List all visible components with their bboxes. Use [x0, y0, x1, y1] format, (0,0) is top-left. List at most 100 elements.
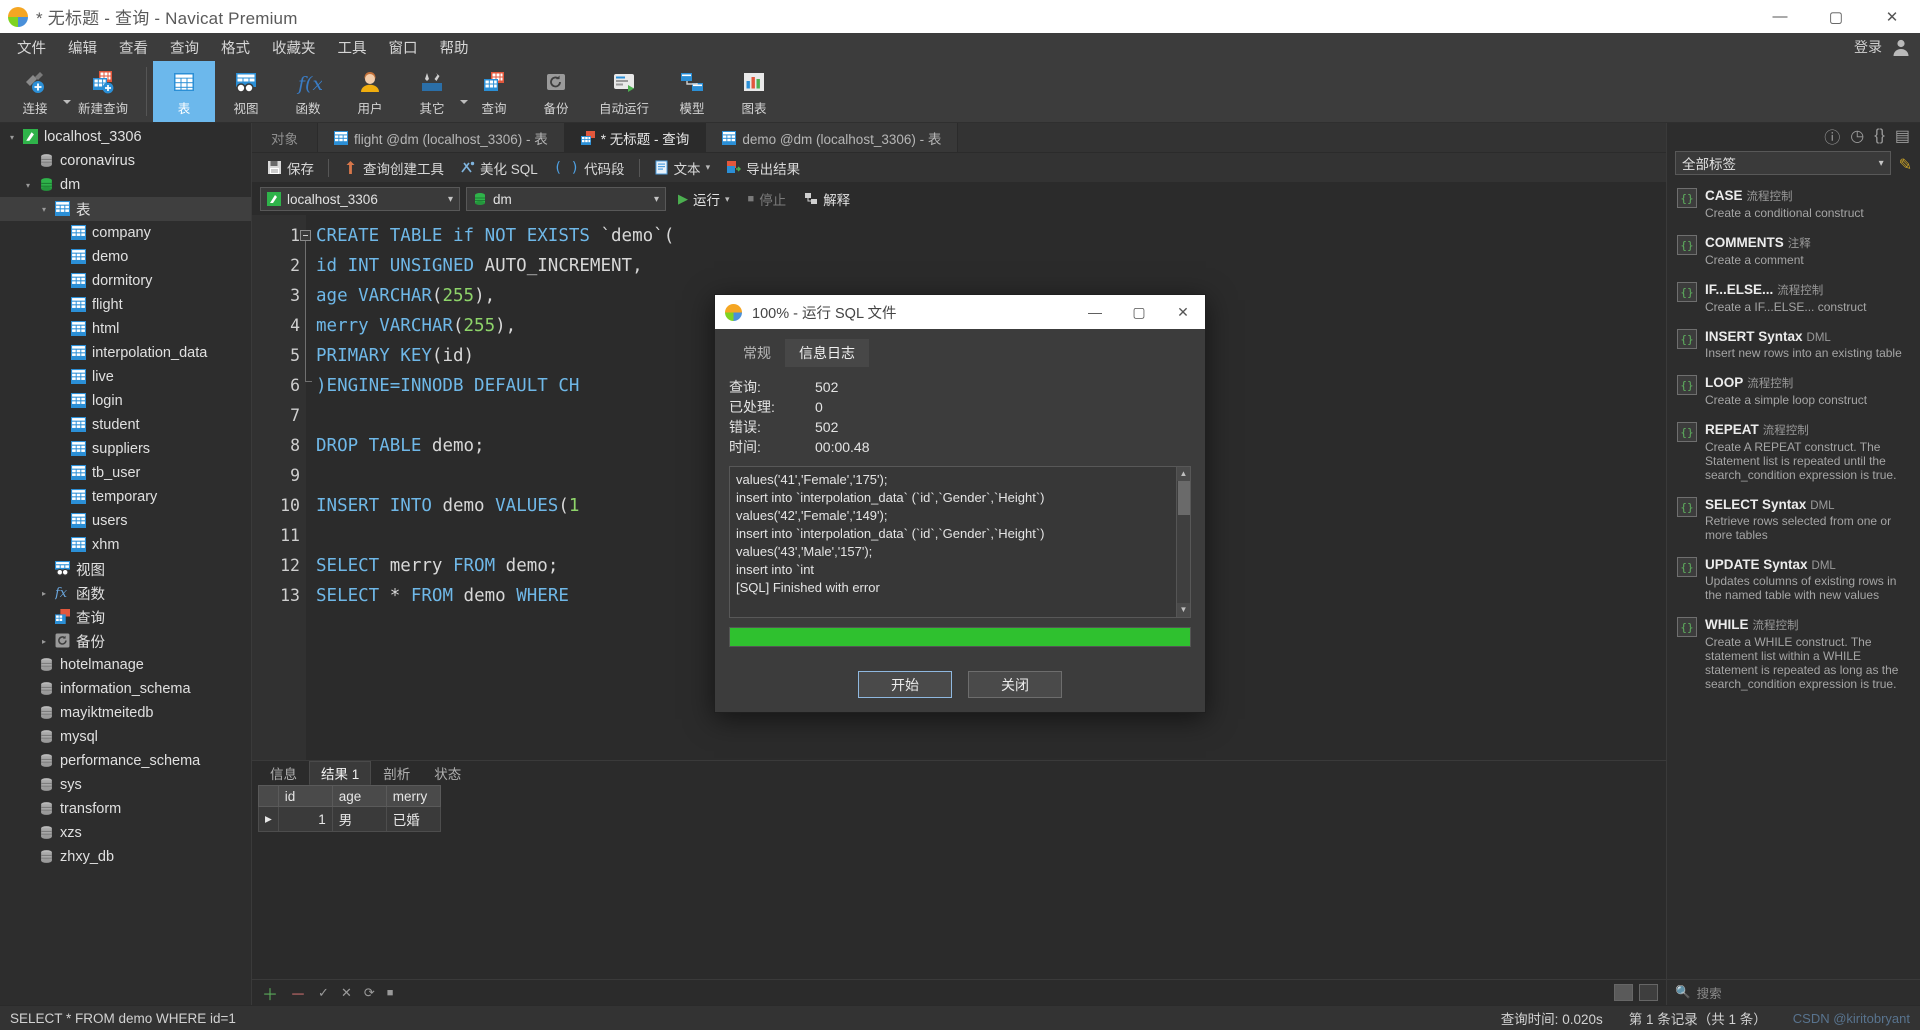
sidebar-item-sys[interactable]: sys: [0, 773, 251, 797]
avatar-icon[interactable]: [1890, 36, 1912, 58]
dialog-tab-general[interactable]: 常规: [729, 339, 785, 367]
sidebar-item-flight[interactable]: flight: [0, 293, 251, 317]
code-snippet-button[interactable]: ( ) 代码段: [547, 155, 632, 181]
run-sql-file-dialog[interactable]: 100% - 运行 SQL 文件 — ▢ ✕ 常规 信息日志 查询: 502 已…: [714, 294, 1206, 713]
document-tab-untitled-query[interactable]: * 无标题 - 查询: [564, 123, 707, 152]
result-tab-1[interactable]: 结果 1: [309, 761, 372, 785]
snippet-item[interactable]: {} SELECT Syntax DML Retrieve rows selected…: [1669, 490, 1918, 550]
ribbon-model[interactable]: 模型: [661, 61, 723, 122]
sidebar-item-dm[interactable]: ▾ dm: [0, 173, 251, 197]
scrollbar-thumb[interactable]: [1178, 481, 1190, 515]
dialog-log-box[interactable]: values('41','Female','175'); insert into …: [729, 466, 1191, 618]
apply-icon[interactable]: ✓: [318, 985, 329, 1001]
snippet-item[interactable]: {} LOOP 流程控制 Create a simple loop construct: [1669, 368, 1918, 415]
ribbon-function[interactable]: f(x) 函数: [277, 61, 339, 122]
twisty-collapsed-icon[interactable]: ▸: [38, 637, 50, 646]
ribbon-new-query[interactable]: 新建查询: [66, 61, 140, 122]
navigation-sidebar[interactable]: ▾ localhost_3306 coronavirus ▾ dm ▾ 表 company de…: [0, 123, 252, 1005]
sidebar-item-student[interactable]: student: [0, 413, 251, 437]
result-table[interactable]: id age merry ▸ 1 男 已婚: [258, 785, 441, 832]
sidebar-item-company[interactable]: company: [0, 221, 251, 245]
cell-merry[interactable]: 已婚: [385, 806, 441, 832]
sidebar-item-temporary[interactable]: temporary: [0, 485, 251, 509]
panel-icon[interactable]: ▤: [1895, 126, 1910, 146]
snippet-item[interactable]: {} REPEAT 流程控制 Create A REPEAT construct. T…: [1669, 415, 1918, 490]
snippet-item[interactable]: {} WHILE 流程控制 Create a WHILE construct. The…: [1669, 610, 1918, 699]
dialog-tab-message-log[interactable]: 信息日志: [785, 339, 869, 367]
snippet-filter-select[interactable]: 全部标签 ▾: [1675, 151, 1891, 175]
ribbon-backup[interactable]: 备份: [525, 61, 587, 122]
minimize-button[interactable]: —: [1752, 0, 1808, 33]
beautify-sql-button[interactable]: 美化 SQL: [453, 155, 545, 181]
sidebar-item-information_schema[interactable]: information_schema: [0, 677, 251, 701]
column-header-id[interactable]: id: [277, 785, 333, 807]
sidebar-item--[interactable]: 查询: [0, 605, 251, 629]
snippet-item[interactable]: {} IF...ELSE... 流程控制 Create a IF...ELSE... …: [1669, 275, 1918, 322]
ribbon-query[interactable]: 查询: [463, 61, 525, 122]
chevron-down-icon[interactable]: ▾: [448, 194, 453, 205]
sidebar-item-demo[interactable]: demo: [0, 245, 251, 269]
dialog-close-button[interactable]: ✕: [1161, 295, 1205, 329]
form-view-icon[interactable]: [1639, 984, 1658, 1001]
column-header-merry[interactable]: merry: [385, 785, 441, 807]
ribbon-table[interactable]: 表: [153, 61, 215, 122]
close-button[interactable]: ✕: [1864, 0, 1920, 33]
sidebar-item-mysql[interactable]: mysql: [0, 725, 251, 749]
menu-item-format[interactable]: 格式: [210, 34, 261, 61]
snippet-search[interactable]: 🔍 搜索: [1667, 979, 1920, 1005]
sidebar-item-login[interactable]: login: [0, 389, 251, 413]
cell-age[interactable]: 男: [331, 806, 387, 832]
close-dialog-button[interactable]: 关闭: [968, 671, 1062, 698]
result-grid[interactable]: id age merry ▸ 1 男 已婚: [252, 785, 1666, 979]
menu-item-edit[interactable]: 编辑: [57, 34, 108, 61]
chevron-down-icon[interactable]: ▾: [725, 194, 730, 205]
twisty-expanded-icon[interactable]: ▾: [22, 181, 34, 190]
sidebar-item--[interactable]: 视图: [0, 557, 251, 581]
cancel-icon[interactable]: ✕: [341, 985, 352, 1001]
menu-item-view[interactable]: 查看: [108, 34, 159, 61]
menu-item-file[interactable]: 文件: [6, 34, 57, 61]
sidebar-item-mayiktmeitedb[interactable]: mayiktmeitedb: [0, 701, 251, 725]
menu-item-query[interactable]: 查询: [159, 34, 210, 61]
stop-icon[interactable]: ■: [387, 987, 394, 999]
menu-item-favorites[interactable]: 收藏夹: [261, 34, 327, 61]
ribbon-connection[interactable]: 连接: [4, 61, 71, 122]
object-tab[interactable]: 对象: [252, 123, 318, 152]
start-button[interactable]: 开始: [858, 671, 952, 698]
menu-item-window[interactable]: 窗口: [378, 34, 429, 61]
sidebar-item-zhxy_db[interactable]: zhxy_db: [0, 845, 251, 869]
sidebar-item-xzs[interactable]: xzs: [0, 821, 251, 845]
info-icon[interactable]: ⓘ: [1824, 124, 1840, 148]
scroll-down-icon[interactable]: ▼: [1177, 603, 1190, 617]
sidebar-item-coronavirus[interactable]: coronavirus: [0, 149, 251, 173]
twisty-collapsed-icon[interactable]: ▸: [38, 589, 50, 598]
result-tab-2[interactable]: 剖析: [371, 761, 422, 785]
cell-id[interactable]: 1: [277, 806, 333, 832]
sidebar-item-localhost_3306[interactable]: ▾ localhost_3306: [0, 125, 251, 149]
sidebar-item-suppliers[interactable]: suppliers: [0, 437, 251, 461]
result-tab-3[interactable]: 状态: [422, 761, 473, 785]
code-icon[interactable]: {}: [1874, 127, 1885, 145]
sidebar-item-live[interactable]: live: [0, 365, 251, 389]
refresh-icon[interactable]: ⟳: [364, 985, 375, 1001]
add-row-icon[interactable]: ＋: [262, 981, 278, 1005]
sidebar-item--[interactable]: ▸ fx 函数: [0, 581, 251, 605]
sidebar-item-xhm[interactable]: xhm: [0, 533, 251, 557]
explain-button[interactable]: 解释: [798, 187, 856, 211]
sidebar-item-tb_user[interactable]: tb_user: [0, 461, 251, 485]
document-tab-flight[interactable]: flight @dm (localhost_3306) - 表: [318, 123, 565, 152]
scroll-up-icon[interactable]: ▲: [1177, 467, 1190, 481]
sidebar-item--[interactable]: ▾ 表: [0, 197, 251, 221]
sidebar-item-dormitory[interactable]: dormitory: [0, 269, 251, 293]
snippet-item[interactable]: {} INSERT Syntax DML Insert new rows into a…: [1669, 322, 1918, 368]
ribbon-automation[interactable]: 自动运行: [587, 61, 661, 122]
login-area[interactable]: 登录: [1854, 36, 1912, 58]
maximize-button[interactable]: ▢: [1808, 0, 1864, 33]
document-tab-demo[interactable]: demo @dm (localhost_3306) - 表: [706, 123, 959, 152]
menu-item-tools[interactable]: 工具: [327, 34, 378, 61]
sidebar-item-transform[interactable]: transform: [0, 797, 251, 821]
grid-view-icon[interactable]: [1614, 984, 1633, 1001]
snippet-item[interactable]: {} UPDATE Syntax DML Updates columns of exi…: [1669, 550, 1918, 610]
dialog-maximize-button[interactable]: ▢: [1117, 295, 1161, 329]
sidebar-item-html[interactable]: html: [0, 317, 251, 341]
